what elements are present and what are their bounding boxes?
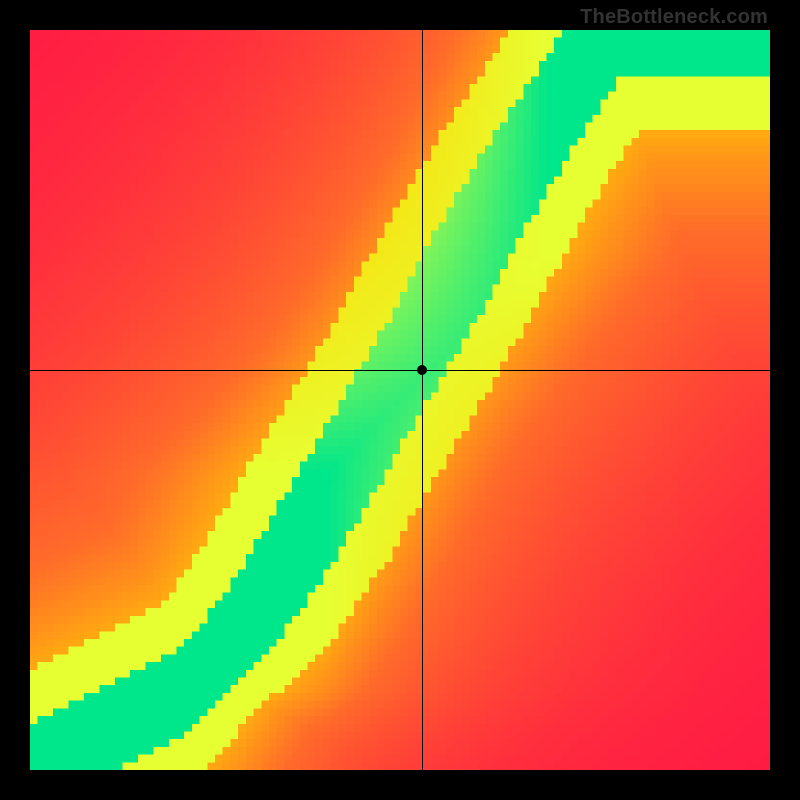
heatmap-canvas: [30, 30, 770, 770]
chart-frame: TheBottleneck.com: [0, 0, 800, 800]
watermark-text: TheBottleneck.com: [580, 6, 768, 29]
